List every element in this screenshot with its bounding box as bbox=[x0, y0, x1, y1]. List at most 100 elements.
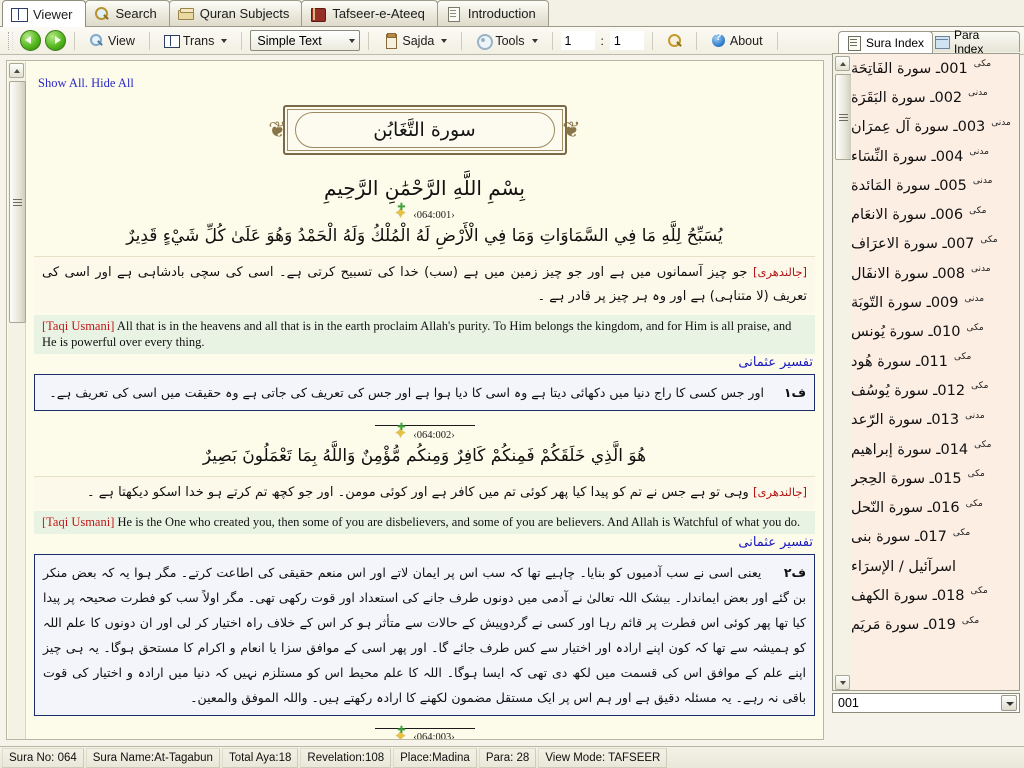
tafseer-footnote-number: ف۲ bbox=[783, 564, 806, 580]
trans-menu-button[interactable]: Trans bbox=[158, 30, 234, 51]
list-item[interactable]: مکی 007ـ سورة الاعرَاف bbox=[851, 230, 1019, 259]
link-separator: . bbox=[84, 76, 89, 90]
quran-document: Show All. Hide All ❦ ❦ سورة التَّغَابُن … bbox=[26, 62, 823, 739]
bookmark-star-icon[interactable] bbox=[394, 725, 409, 739]
list-item[interactable]: مکی 011ـ سورة هُود bbox=[851, 347, 1019, 376]
aya-marker-row: ‹064:003› bbox=[26, 725, 823, 739]
toolbar-separator bbox=[148, 31, 150, 50]
sura-number-input[interactable]: 1 bbox=[560, 31, 595, 50]
chevron-down-icon[interactable] bbox=[1001, 695, 1017, 711]
sura-revelation-place: مکی bbox=[974, 440, 992, 450]
list-item[interactable]: مکی 001ـ سورة الفَاتِحَة bbox=[851, 54, 1019, 83]
list-item[interactable]: مکی 010ـ سورة یُونس bbox=[851, 318, 1019, 347]
sura-name-label: 013ـ سورة الرّعد bbox=[851, 412, 960, 429]
scrollbar-thumb[interactable] bbox=[9, 81, 26, 323]
status-revelation: Revelation:108 bbox=[300, 747, 392, 768]
aya-number[interactable]: ‹064:002› bbox=[413, 430, 454, 441]
clipboard-icon bbox=[383, 33, 398, 49]
tools-menu-button[interactable]: Tools bbox=[470, 30, 543, 51]
view-button[interactable]: View bbox=[83, 30, 141, 51]
show-all-link[interactable]: Show All bbox=[38, 76, 85, 90]
tab-introduction-label: Introduction bbox=[467, 6, 536, 21]
bookmark-star-icon[interactable] bbox=[394, 202, 409, 222]
sura-name-label: 018ـ سورة الكهف bbox=[851, 587, 965, 604]
urdu-translation: [جالندھری] وہی تو ہے جس نے تم کو پیدا کی… bbox=[34, 475, 815, 509]
sajda-menu-button[interactable]: Sajda bbox=[377, 30, 453, 51]
urdu-translation-text: جو چیز آسمانوں میں ہے اور جو چیز زمین می… bbox=[42, 264, 807, 304]
sura-number-select[interactable]: 001 bbox=[832, 693, 1020, 713]
scroll-up-arrow-icon[interactable] bbox=[9, 63, 24, 78]
list-item[interactable]: مکی 017ـ سورة بنی bbox=[851, 523, 1019, 552]
text-mode-select[interactable]: Simple Text bbox=[250, 30, 361, 51]
sura-revelation-place: مکی bbox=[980, 234, 998, 245]
scroll-down-arrow-icon[interactable] bbox=[835, 675, 850, 690]
back-button[interactable] bbox=[20, 30, 41, 51]
english-translation-text: All that is in the heavens and all that … bbox=[42, 318, 792, 350]
book-icon bbox=[163, 33, 180, 48]
tab-viewer[interactable]: Viewer bbox=[2, 0, 86, 27]
aya-number-input[interactable]: 1 bbox=[609, 31, 644, 50]
sura-revelation-place: مکی bbox=[952, 527, 971, 538]
list-item[interactable]: مدنی 005ـ سورة المَائدة bbox=[851, 171, 1019, 200]
list-item[interactable]: مکی 015ـ سورة الحِجر bbox=[851, 464, 1019, 493]
list-item[interactable]: مدنی 009ـ سورة التّوبَة bbox=[851, 288, 1019, 317]
bookmark-star-icon[interactable] bbox=[394, 422, 409, 442]
pages-icon bbox=[177, 6, 194, 22]
toolbar-separator bbox=[695, 31, 697, 50]
chevron-down-icon bbox=[441, 38, 448, 43]
thumb-grip-icon bbox=[13, 199, 22, 206]
toolbar-separator bbox=[551, 31, 553, 50]
index-side-panel: Sura Index Para Index مکی 001ـ سورة الفَا… bbox=[832, 28, 1020, 740]
scrollbar-thumb[interactable] bbox=[835, 74, 852, 160]
gear-icon bbox=[476, 33, 494, 50]
sura-revelation-place: مدنی bbox=[968, 88, 988, 99]
about-button[interactable]: About bbox=[705, 30, 769, 51]
list-item[interactable]: مکی 019ـ سورة مَریَم bbox=[851, 611, 1019, 640]
status-bar: Sura No: 064 Sura Name:At-Tagabun Total … bbox=[0, 746, 1024, 768]
list-item[interactable]: مدنی 004ـ سورة النِّسَاء bbox=[851, 142, 1019, 171]
status-sura-name: Sura Name:At-Tagabun bbox=[85, 747, 220, 768]
tafseer-label[interactable]: تفسیر عثمانی bbox=[26, 355, 813, 370]
search-icon bbox=[667, 33, 682, 48]
tab-introduction[interactable]: Introduction bbox=[436, 0, 549, 26]
list-item[interactable]: اسرآئیل / الإسرَاء bbox=[851, 552, 1019, 581]
tafseer-label[interactable]: تفسیر عثمانی bbox=[26, 535, 813, 550]
trans-button-label: Trans bbox=[182, 33, 215, 48]
forward-button[interactable] bbox=[45, 30, 66, 51]
sura-index-items: مکی 001ـ سورة الفَاتِحَة مدنی 002ـ سورة الب… bbox=[851, 54, 1019, 690]
aya-number[interactable]: ‹064:001› bbox=[413, 210, 454, 221]
tab-quran-subjects[interactable]: Quran Subjects bbox=[168, 0, 303, 26]
sura-revelation-place: مکی bbox=[967, 469, 985, 480]
sura-name-label: 002ـ سورة البَقَرَة bbox=[851, 89, 963, 106]
sura-revelation-place: مکی bbox=[969, 205, 987, 216]
list-item[interactable]: مکی 014ـ سورة إبراهیم bbox=[851, 435, 1019, 464]
list-item[interactable]: مدنی 002ـ سورة البَقَرَة bbox=[851, 83, 1019, 112]
list-item[interactable]: مدنی 008ـ سورة الانفَال bbox=[851, 259, 1019, 288]
scroll-up-arrow-icon[interactable] bbox=[835, 56, 850, 71]
content-vertical-scrollbar[interactable] bbox=[8, 62, 26, 739]
aya-divider bbox=[374, 727, 475, 729]
sura-index-listbox: مکی 001ـ سورة الفَاتِحَة مدنی 002ـ سورة الب… bbox=[832, 53, 1020, 691]
list-item[interactable]: مکی 006ـ سورة الانعَام bbox=[851, 200, 1019, 229]
list-item[interactable]: مکی 018ـ سورة الكهف bbox=[851, 581, 1019, 610]
sura-name-label: 007ـ سورة الاعرَاف bbox=[851, 236, 975, 253]
sura-list-scrollbar[interactable] bbox=[834, 55, 852, 690]
tab-search[interactable]: Search bbox=[84, 0, 170, 26]
sura-revelation-place: مکی bbox=[971, 381, 989, 392]
tab-para-index[interactable]: Para Index bbox=[926, 28, 1020, 56]
tab-tafseer-e-ateeq[interactable]: Tafseer-e-Ateeq bbox=[301, 0, 438, 26]
list-item[interactable]: مکی 012ـ سورة یُوسُف bbox=[851, 376, 1019, 405]
goto-search-button[interactable] bbox=[661, 30, 688, 51]
list-item[interactable]: مدنی 013ـ سورة الرّعد bbox=[851, 406, 1019, 435]
list-item[interactable]: مدنی 003ـ سورة آل عِمرَان bbox=[851, 113, 1019, 142]
book-icon bbox=[11, 6, 28, 22]
hide-all-link[interactable]: Hide All bbox=[91, 76, 134, 90]
sura-revelation-place: مکی bbox=[961, 615, 980, 626]
aya-number[interactable]: ‹064:003› bbox=[413, 732, 454, 739]
bismillah-text: بِسْمِ اللَّهِ الرَّحْمَٰنِ الرَّحِيمِ bbox=[323, 176, 525, 200]
tools-button-label: Tools bbox=[495, 33, 525, 48]
list-item[interactable]: مکی 016ـ سورة النّحل bbox=[851, 493, 1019, 522]
toolbar-grip bbox=[8, 31, 13, 50]
tab-sura-index[interactable]: Sura Index bbox=[838, 31, 934, 53]
status-para: Para: 28 bbox=[478, 747, 537, 768]
